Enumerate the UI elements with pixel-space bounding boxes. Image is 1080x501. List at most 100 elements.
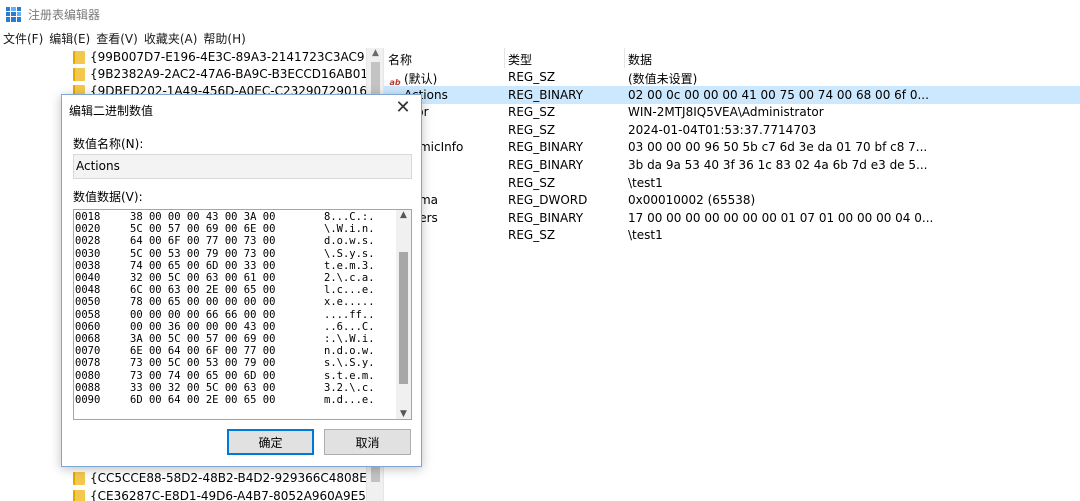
value-row[interactable]: 011shREG_BINARY3b da 9a 53 40 3f 36 1c 8… (384, 156, 1080, 176)
value-row[interactable]: 011ActionsREG_BINARY02 00 0c 00 00 00 41… (384, 85, 1080, 106)
cancel-button[interactable]: 取消 (324, 429, 411, 455)
hex-offset: 0068 (75, 333, 101, 345)
hex-ascii: m.d...e. (324, 394, 375, 406)
hex-editor[interactable]: 0018 38 00 00 00 43 00 3A 00 8...C.:. 0020 5… (73, 209, 412, 420)
hex-bytes: 33 00 32 00 5C 00 63 00 (130, 381, 276, 394)
value-type: REG_DWORD (508, 193, 588, 208)
hex-offset: 0040 (75, 272, 101, 284)
hex-bytes: 00 00 36 00 00 00 43 00 (130, 320, 276, 333)
value-row[interactable]: abthorREG_SZWIN-2MTJ8IQ5VEA\Administrato… (384, 103, 1080, 121)
value-row[interactable]: 011ggersREG_BINARY17 00 00 00 00 00 00 0… (384, 209, 1080, 229)
hex-offset: 0048 (75, 284, 101, 297)
hex-ascii: ....ff.. (324, 308, 375, 321)
hex-ascii: :.\.W.i. (324, 333, 375, 345)
hex-bytes: 73 00 74 00 65 00 6D 00 (130, 369, 276, 382)
hex-ascii: t.e.m.3. (324, 259, 375, 272)
edit-binary-dialog: 编辑二进制数值 ✕ 数值名称(N): Actions 数值数据(V): 0018… (61, 94, 422, 467)
tree-item[interactable]: {9B2382A9-2AC2-47A6-BA9C-B3ECCD16AB01} (73, 65, 366, 83)
registry-editor-app-icon (6, 6, 21, 22)
value-name-label: 数值名称(N): (73, 137, 144, 151)
hex-ascii: n.d.o.w. (324, 345, 375, 358)
tree-item-label: {CE36287C-E8D1-49D6-A4B7-8052A960A9E5} (90, 489, 366, 501)
hex-offset: 0020 (75, 223, 101, 236)
menu-bar: 文件(F) 编辑(E) 查看(V) 收藏夹(A) 帮助(H) (0, 28, 249, 48)
hex-offset: 0058 (75, 308, 101, 321)
tree-item-label: {CC5CCE88-58D2-48B2-B4D2-929366C4808E} (90, 471, 366, 485)
hex-bytes: 5C 00 57 00 69 00 6E 00 (130, 223, 276, 236)
value-type: REG_SZ (508, 228, 556, 243)
hex-offset: 0090 (75, 394, 101, 406)
hex-offset: 0070 (75, 345, 101, 358)
value-data: 3b da 9a 53 40 3f 36 1c 83 02 4a 6b 7d e… (628, 158, 928, 172)
value-type: REG_SZ (508, 175, 556, 190)
hex-bytes: 3A 00 5C 00 57 00 69 00 (130, 333, 276, 345)
hex-ascii: \.S.y.s. (324, 247, 375, 260)
hex-offset: 0078 (75, 357, 101, 370)
hex-bytes: 73 00 5C 00 53 00 79 00 (130, 357, 276, 370)
value-data: 17 00 00 00 00 00 00 00 01 07 01 00 00 0… (628, 210, 934, 225)
values-header: 名称 类型 数据 (384, 48, 1080, 68)
hex-scrollbar-thumb[interactable] (399, 252, 408, 384)
chevron-down-icon[interactable]: ▼ (396, 409, 411, 419)
tree-item-label: {99B007D7-E196-4E3C-89A3-2141723C3AC9} (90, 50, 366, 64)
hex-bytes: 5C 00 53 00 79 00 73 00 (130, 247, 276, 260)
hex-ascii: \.W.i.n. (324, 223, 375, 236)
value-data: (数值未设置) (628, 72, 698, 86)
value-data: 2024-01-04T01:53:37.7714703 (628, 122, 817, 137)
value-data-label: 数值数据(V): (73, 190, 143, 204)
hex-ascii: 3.2.\.c. (324, 381, 375, 394)
chevron-up-icon[interactable]: ▲ (367, 48, 384, 58)
value-type: REG_SZ (508, 122, 556, 137)
hex-bytes: 6D 00 64 00 2E 00 65 00 (130, 394, 276, 406)
value-row[interactable]: abteREG_SZ2024-01-04T01:53:37.7714703 (384, 121, 1080, 139)
hex-offset: 0028 (75, 235, 101, 248)
hex-bytes: 6E 00 64 00 6F 00 77 00 (130, 345, 276, 358)
menu-help[interactable]: 帮助(H) (200, 30, 248, 47)
folder-icon (73, 471, 85, 485)
hex-offset: 0038 (75, 259, 101, 272)
dialog-title: 编辑二进制数值 (69, 104, 154, 118)
column-header-type[interactable]: 类型 (508, 51, 532, 68)
hex-bytes: 00 00 00 00 66 66 00 00 (130, 308, 276, 321)
value-row[interactable]: ab (默认) REG_SZ (数值未设置) (384, 68, 1080, 87)
hex-ascii: ..6...C. (324, 320, 375, 333)
hex-scrollbar[interactable]: ▲ ▼ (396, 210, 411, 419)
folder-icon (73, 489, 85, 501)
menu-file[interactable]: 文件(F) (0, 30, 46, 47)
value-data: 02 00 0c 00 00 00 41 00 75 00 74 00 68 0… (628, 87, 929, 102)
tree-item[interactable]: {CE36287C-E8D1-49D6-A4B7-8052A960A9E5} (73, 487, 366, 501)
values-list: 名称 类型 数据 ab(默认)REG_SZ(数值未设置)011ActionsRE… (383, 48, 1080, 501)
column-header-data[interactable]: 数据 (628, 51, 652, 68)
hex-offset: 0050 (75, 296, 101, 309)
hex-ascii: x.e..... (324, 296, 375, 309)
menu-view[interactable]: 查看(V) (93, 30, 141, 47)
hex-bytes: 64 00 6F 00 77 00 73 00 (130, 235, 276, 248)
ok-button[interactable]: 确定 (227, 429, 314, 455)
hex-offset: 0030 (75, 247, 101, 260)
tree-item[interactable]: {99B007D7-E196-4E3C-89A3-2141723C3AC9} (73, 48, 366, 66)
value-data: \test1 (628, 228, 663, 243)
value-type: REG_BINARY (508, 87, 584, 102)
title-bar: 注册表编辑器 (0, 0, 1080, 28)
column-header-name[interactable]: 名称 (388, 51, 412, 68)
hex-offset: 0080 (75, 369, 101, 382)
value-row[interactable]: abREG_SZ\test1 (384, 226, 1080, 244)
menu-favorites[interactable]: 收藏夹(A) (141, 30, 201, 47)
hex-offset: 0060 (75, 320, 101, 333)
tree-item[interactable]: {CC5CCE88-58D2-48B2-B4D2-929366C4808E} (73, 469, 366, 487)
hex-ascii: l.c...e. (324, 284, 375, 297)
value-data: 0x00010002 (65538) (628, 193, 756, 208)
value-row[interactable]: abhREG_SZ\test1 (384, 174, 1080, 192)
chevron-up-icon[interactable]: ▲ (396, 210, 411, 220)
hex-ascii: s.t.e.m. (324, 369, 375, 382)
value-type: REG_BINARY (508, 158, 584, 172)
value-row[interactable]: 011namicInfoREG_BINARY03 00 00 00 96 50 … (384, 138, 1080, 159)
close-icon[interactable]: ✕ (393, 97, 413, 118)
value-name-field: Actions (73, 154, 412, 179)
folder-icon (73, 67, 85, 81)
menu-edit[interactable]: 编辑(E) (46, 30, 93, 47)
tree-item-label: {9B2382A9-2AC2-47A6-BA9C-B3ECCD16AB01} (90, 67, 366, 81)
hex-bytes: 6C 00 63 00 2E 00 65 00 (130, 284, 276, 297)
hex-bytes: 78 00 65 00 00 00 00 00 (130, 296, 276, 309)
value-row[interactable]: 011hemaREG_DWORD0x00010002 (65538) (384, 191, 1080, 212)
